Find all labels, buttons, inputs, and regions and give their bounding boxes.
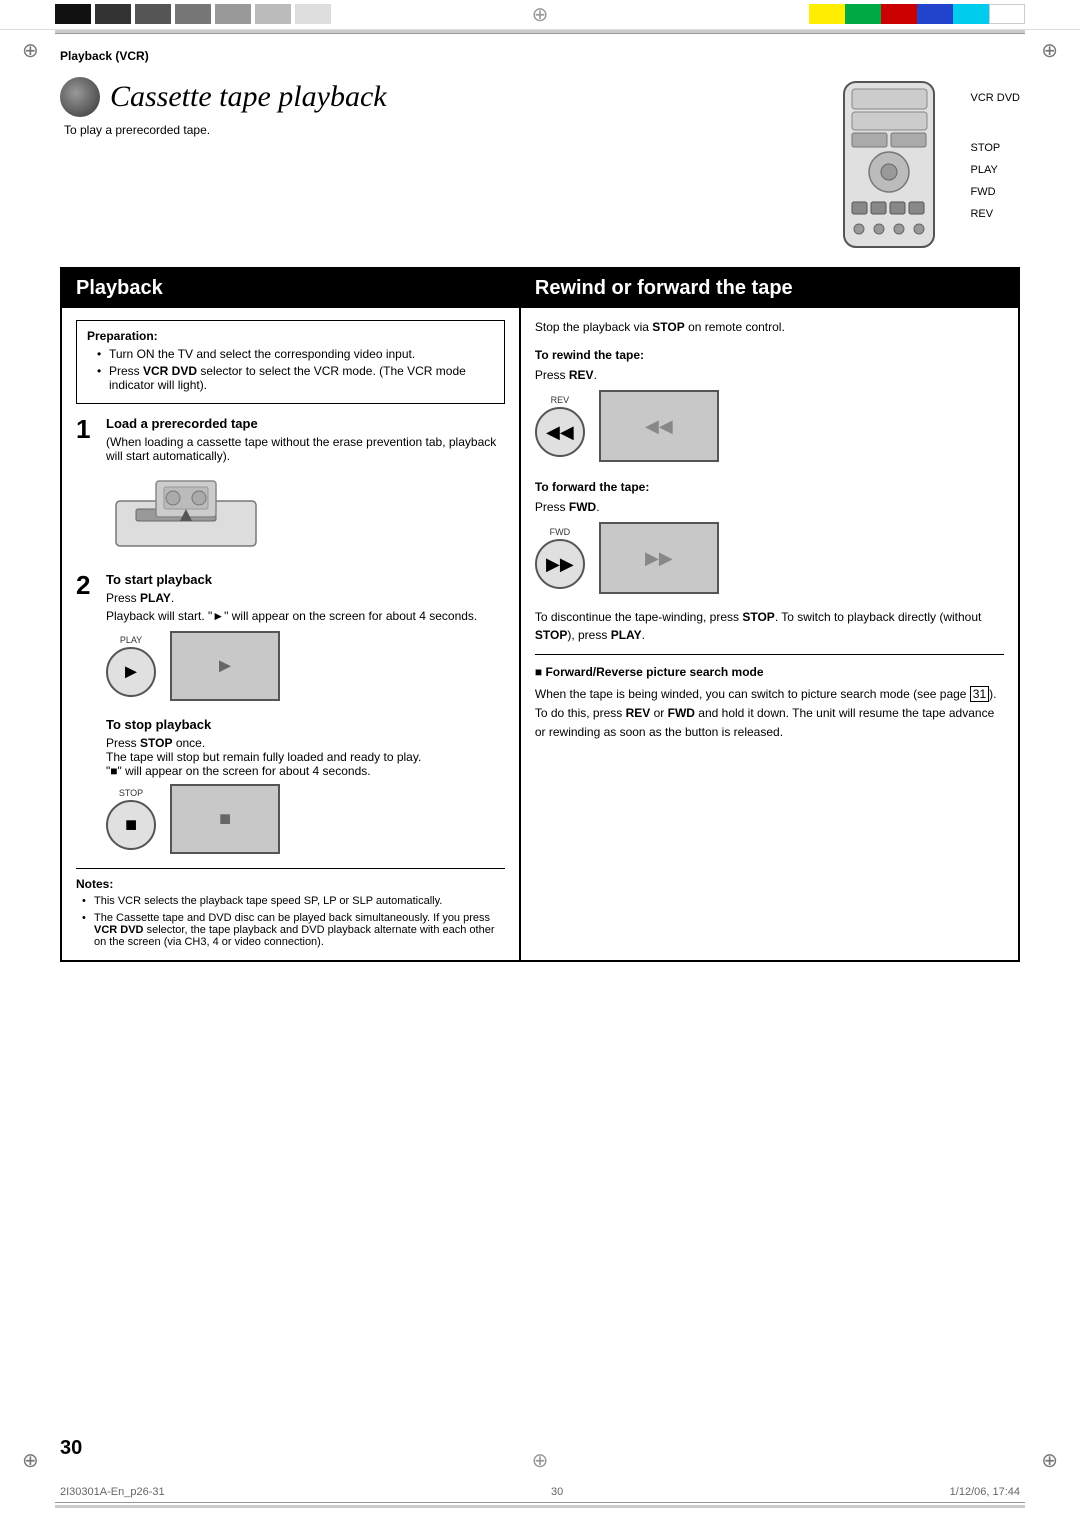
- stop-screen-illus: ■: [170, 784, 280, 854]
- stop-btn-screen: STOP ■ ■: [106, 784, 505, 854]
- breadcrumb: Playback (VCR): [60, 49, 149, 63]
- stop-playback-section: To stop playback Press STOP once. The ta…: [106, 717, 505, 854]
- preparation-box: Preparation: • Turn ON the TV and select…: [76, 320, 505, 404]
- rewind-column: Rewind or forward the tape Stop the play…: [521, 269, 1018, 960]
- step-1-title: Load a prerecorded tape: [106, 416, 505, 431]
- step-2-number: 2: [76, 572, 98, 707]
- remote-label-fwd: FWD: [970, 181, 1020, 203]
- remote-label-vcrdvd: VCR DVD: [970, 87, 1020, 109]
- step-2-desc: Playback will start. "►" will appear on …: [106, 609, 505, 623]
- forward-subsection: To forward the tape: Press FWD. FWD ▶▶ ▶…: [535, 480, 1004, 594]
- playback-column: Playback Preparation: • Turn ON the TV a…: [62, 269, 521, 960]
- discontinue-text: To discontinue the tape-winding, press S…: [535, 608, 1004, 644]
- footer-right: 1/12/06, 17:44: [950, 1486, 1020, 1498]
- note-2: • The Cassette tape and DVD disc can be …: [82, 912, 505, 948]
- rev-screen-illus: ◀◀: [599, 390, 719, 462]
- rev-btn-label: REV: [551, 395, 570, 405]
- title-subtitle: To play a prerecorded tape.: [64, 123, 502, 137]
- remote-svg: [824, 77, 954, 257]
- stop-playback-text: Stop the playback via STOP on remote con…: [535, 320, 1004, 334]
- crosshair-bottom-left: ⊕: [22, 1448, 39, 1473]
- stop-btn-label: STOP: [119, 788, 143, 798]
- step-1-desc: (When loading a cassette tape without th…: [106, 435, 505, 463]
- preparation-list: • Turn ON the TV and select the correspo…: [87, 347, 494, 392]
- prep-item-2: • Press VCR DVD selector to select the V…: [97, 364, 494, 392]
- page-footer: 2I30301A-En_p26-31 30 1/12/06, 17:44: [60, 1486, 1020, 1498]
- footer-center: 30: [551, 1486, 563, 1498]
- footer-left: 2I30301A-En_p26-31: [60, 1486, 165, 1498]
- forward-btn-screen: FWD ▶▶ ▶▶: [535, 522, 1004, 594]
- fw-rev-desc: When the tape is being winded, you can s…: [535, 685, 1004, 743]
- step-2: 2 To start playback Press PLAY. Playback…: [76, 572, 505, 707]
- remote-illustration: VCR DVD STOP PLAY FWD REV: [540, 77, 1020, 257]
- fw-rev-section: ■ Forward/Reverse picture search mode Wh…: [535, 654, 1004, 743]
- play-btn-label: PLAY: [120, 635, 142, 645]
- rewind-heading: Rewind or forward the tape: [521, 269, 1018, 308]
- page-number: 30: [60, 1437, 82, 1460]
- rewind-subsection: To rewind the tape: Press REV. REV ◀◀ ◀◀: [535, 348, 1004, 462]
- crosshair-top-center: ⊕: [532, 2, 549, 27]
- remote-label-stop: STOP: [970, 137, 1020, 159]
- tape-loading-illus: [106, 471, 505, 554]
- crosshair-bottom-right: ⊕: [1041, 1448, 1058, 1473]
- rewind-title: To rewind the tape:: [535, 348, 1004, 362]
- step-2-btn-screen: PLAY ► ►: [106, 631, 505, 701]
- page-title: Cassette tape playback: [110, 80, 387, 114]
- play-screen-illus: ►: [170, 631, 280, 701]
- note-1: • This VCR selects the playback tape spe…: [82, 895, 505, 907]
- prep-item-1: • Turn ON the TV and select the correspo…: [97, 347, 494, 361]
- step-1-number: 1: [76, 416, 98, 562]
- rev-button-illus: ◀◀: [535, 407, 585, 457]
- remote-label-play: PLAY: [970, 159, 1020, 181]
- notes-section: Notes: • This VCR selects the playback t…: [76, 868, 505, 948]
- notes-title: Notes:: [76, 877, 505, 891]
- fwd-btn-label: FWD: [550, 527, 571, 537]
- fwd-screen-illus: ▶▶: [599, 522, 719, 594]
- crosshair-top-right: ⊕: [1041, 38, 1058, 63]
- cassette-icon: [60, 77, 100, 117]
- fw-rev-title: ■ Forward/Reverse picture search mode: [535, 665, 1004, 679]
- stop-button-illus: ■: [106, 800, 156, 850]
- title-section: Cassette tape playback To play a prereco…: [60, 77, 502, 137]
- step-2-title: To start playback: [106, 572, 505, 587]
- stop-title: To stop playback: [106, 717, 505, 732]
- play-button-illus: ►: [106, 647, 156, 697]
- crosshair-bottom-center: ⊕: [532, 1448, 549, 1473]
- preparation-title: Preparation:: [87, 329, 494, 343]
- rewind-btn-screen: REV ◀◀ ◀◀: [535, 390, 1004, 462]
- step-1: 1 Load a prerecorded tape (When loading …: [76, 416, 505, 562]
- notes-list: • This VCR selects the playback tape spe…: [76, 895, 505, 948]
- crosshair-top-left: ⊕: [22, 38, 39, 63]
- playback-heading: Playback: [62, 269, 519, 308]
- forward-title: To forward the tape:: [535, 480, 1004, 494]
- remote-label-rev: REV: [970, 203, 1020, 225]
- fwd-button-illus: ▶▶: [535, 539, 585, 589]
